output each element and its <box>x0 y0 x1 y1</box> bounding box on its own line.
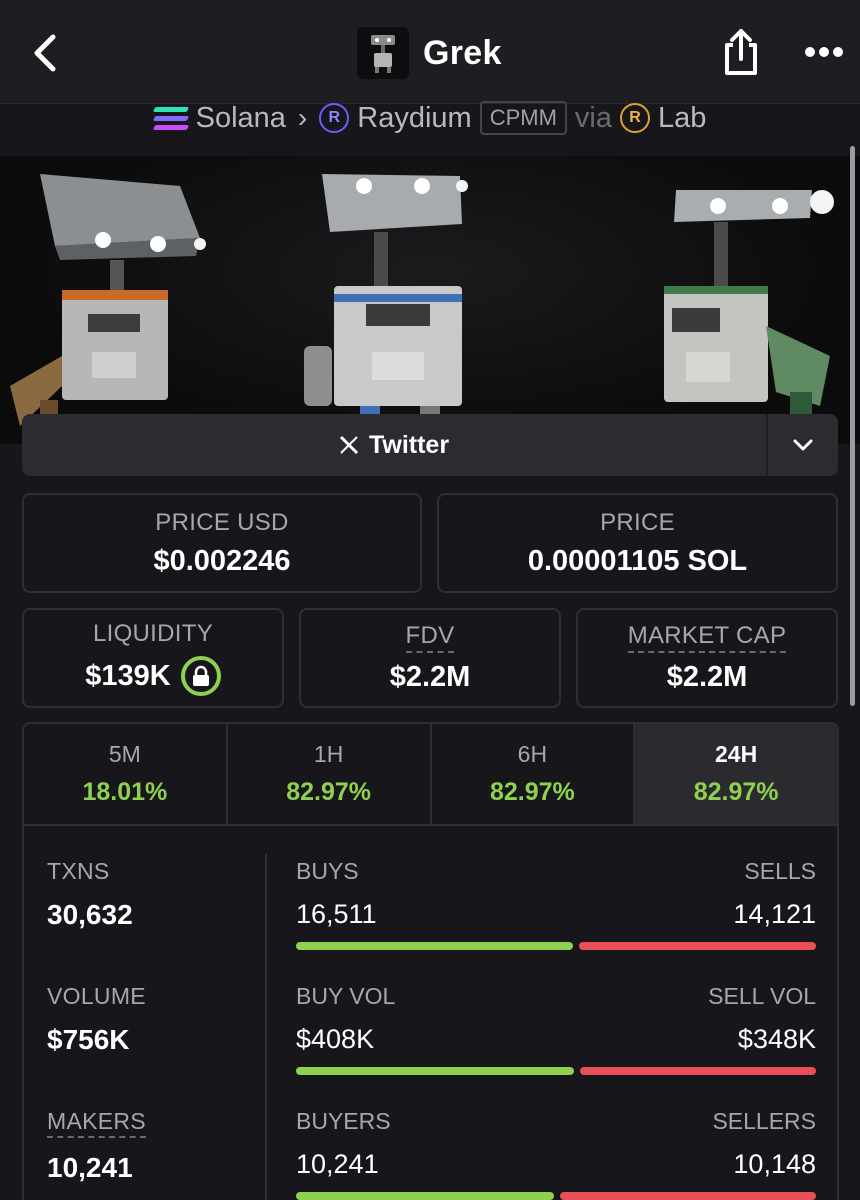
makers-stat: MAKERS 10,241 <box>47 1108 146 1184</box>
lock-icon[interactable] <box>180 656 221 696</box>
txns-label: TXNS <box>47 858 110 884</box>
pair-breadcrumb: Solana › R Raydium CPMM via R Lab <box>0 96 860 140</box>
dex-name[interactable]: Raydium <box>357 102 471 135</box>
chevron-right-icon: › <box>297 102 308 133</box>
price-usd-value: $0.002246 <box>153 544 291 577</box>
tab-label: 6H <box>517 741 548 767</box>
sell-vol-label: SELL VOL <box>708 983 816 1009</box>
buyers-value: 10,241 <box>296 1149 379 1179</box>
fdv-card: FDV $2.2M <box>299 608 561 708</box>
liquidity-card: LIQUIDITY $139K <box>22 608 284 708</box>
top-bar: Grek <box>0 0 860 104</box>
price-native-card: PRICE 0.00001105 SOL <box>437 493 838 593</box>
buy-vol-value: $408K <box>296 1024 375 1054</box>
txns-stat: TXNS 30,632 <box>47 858 133 931</box>
sellers-label: SELLERS <box>712 1108 816 1134</box>
tab-5m[interactable]: 5M 18.01% <box>24 724 228 824</box>
tab-label: 5M <box>108 741 141 767</box>
solana-icon <box>152 103 189 133</box>
twitter-button[interactable]: Twitter <box>22 414 766 476</box>
chevron-left-icon <box>34 34 56 72</box>
volume-value: $756K <box>47 1024 130 1055</box>
buy-share-bar <box>296 942 574 950</box>
buyers-sellers-stat: BUYERS SELLERS 10,241 10,148 <box>296 1108 816 1200</box>
scrollbar[interactable] <box>850 146 855 706</box>
price-usd-card: PRICE USD $0.002246 <box>22 493 422 593</box>
volume-split-stat: BUY VOL SELL VOL $408K $348K <box>296 983 816 1075</box>
buys-value: 16,511 <box>296 899 377 929</box>
x-logo-icon <box>339 435 359 455</box>
stats-body: TXNS 30,632 VOLUME $756K MAKERS 10,241 B… <box>24 826 837 1200</box>
price-native-label: PRICE <box>600 508 675 536</box>
launchpad-name[interactable]: Lab <box>658 102 706 135</box>
sellers-value: 10,148 <box>733 1149 816 1179</box>
raydium-icon: R <box>319 103 350 133</box>
via-label: via <box>574 101 612 134</box>
tab-6h[interactable]: 6H 82.97% <box>432 724 636 824</box>
volume-stat: VOLUME $756K <box>47 983 146 1056</box>
tab-label: 1H <box>313 741 344 767</box>
token-name: Grek <box>423 33 502 72</box>
fdv-value: $2.2M <box>389 661 471 693</box>
sell-share-bar <box>560 1192 816 1200</box>
buys-label: BUYS <box>296 858 359 884</box>
makers-label[interactable]: MAKERS <box>47 1108 146 1138</box>
market-cap-label[interactable]: MARKET CAP <box>627 622 787 653</box>
sell-vol-value: $348K <box>737 1024 816 1054</box>
more-dots-icon <box>805 47 843 57</box>
volume-ratio-bar <box>296 1067 816 1075</box>
sell-share-bar <box>579 1067 816 1075</box>
buys-sells-ratio-bar <box>296 942 816 950</box>
tab-label: 24H <box>715 741 758 767</box>
trading-stats-panel: 5M 18.01% 1H 82.97% 6H 82.97% 24H 82.97%… <box>22 722 839 1200</box>
volume-label: VOLUME <box>47 983 146 1009</box>
liquidity-value-row: $139K <box>85 656 221 696</box>
market-cap-value: $2.2M <box>666 661 748 693</box>
share-button[interactable] <box>716 24 766 80</box>
more-options-button[interactable] <box>800 30 848 74</box>
divider <box>265 854 267 1200</box>
token-logo <box>357 27 409 79</box>
liquidity-label: LIQUIDITY <box>92 620 214 647</box>
token-banner-image <box>0 156 860 444</box>
price-change: 18.01% <box>82 778 168 806</box>
tab-1h[interactable]: 1H 82.97% <box>228 724 432 824</box>
price-change: 82.97% <box>286 778 372 806</box>
fdv-label[interactable]: FDV <box>405 622 455 653</box>
buy-share-bar <box>296 1192 555 1200</box>
chain-name[interactable]: Solana <box>196 102 286 135</box>
buys-sells-stat: BUYS SELLS 16,511 14,121 <box>296 858 816 950</box>
buyers-label: BUYERS <box>296 1108 391 1134</box>
price-usd-label: PRICE USD <box>155 508 289 536</box>
sells-value: 14,121 <box>733 899 816 929</box>
twitter-label: Twitter <box>368 430 450 459</box>
price-native-value: 0.00001105 SOL <box>527 544 748 577</box>
chevron-down-icon <box>793 439 813 451</box>
txns-value: 30,632 <box>47 899 133 930</box>
socials-dropdown-button[interactable] <box>766 414 838 476</box>
lab-icon: R <box>619 103 650 133</box>
socials-row: Twitter <box>22 414 838 476</box>
timeframe-tabs: 5M 18.01% 1H 82.97% 6H 82.97% 24H 82.97% <box>24 724 837 826</box>
market-cap-card: MARKET CAP $2.2M <box>576 608 838 708</box>
buy-share-bar <box>296 1067 574 1075</box>
tab-24h[interactable]: 24H 82.97% <box>635 724 837 824</box>
price-change: 82.97% <box>693 778 779 806</box>
share-icon <box>725 29 757 75</box>
price-change: 82.97% <box>489 778 575 806</box>
sell-share-bar <box>579 942 816 950</box>
buyers-ratio-bar <box>296 1192 816 1200</box>
pool-type-badge: CPMM <box>479 101 567 135</box>
sells-label: SELLS <box>744 858 816 884</box>
buy-vol-label: BUY VOL <box>296 983 396 1009</box>
liquidity-value: $139K <box>85 659 171 692</box>
back-button[interactable] <box>22 26 66 80</box>
makers-value: 10,241 <box>47 1152 133 1183</box>
token-title: Grek <box>357 26 502 80</box>
